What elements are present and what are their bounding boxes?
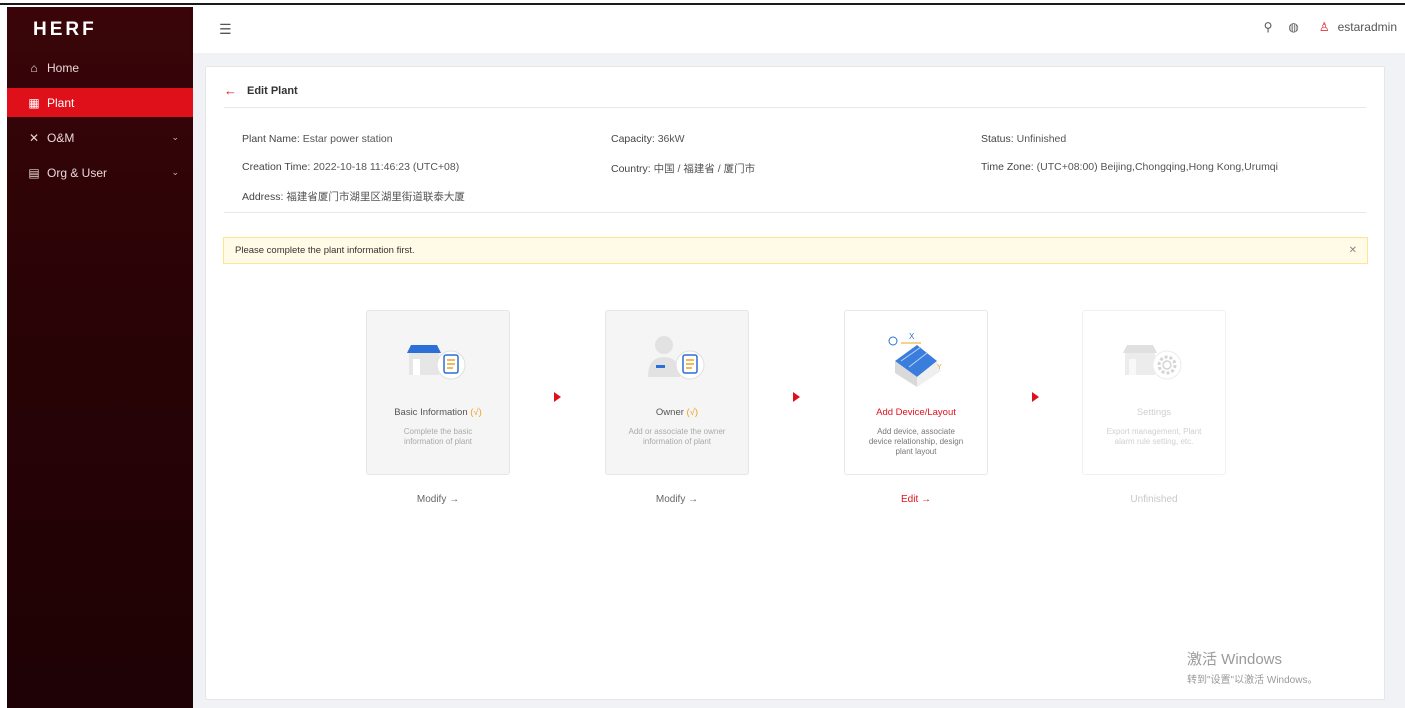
app: HERF ⌂ Home ▦ Plant ✕ O&M ⌄ ▤ Org & User… [7,7,1405,708]
house-solar-panel-icon: X Y [888,332,942,387]
timezone-field: Time Zone: (UTC+08:00) Beijing,Chongqing… [981,161,1278,173]
close-icon[interactable]: ✕ [1349,245,1357,256]
timezone-label: Time Zone: [981,161,1034,173]
sidebar-item-label: Plant [47,95,75,110]
settings-status-text: Unfinished [1130,494,1178,505]
step-basic-information[interactable]: Basic Information (√) Complete the basic… [366,310,510,475]
modify-basic-info-link[interactable]: Modify → [366,494,510,505]
capacity-label: Capacity: [611,133,655,145]
house-document-icon [407,345,466,380]
sidebar-item-plant[interactable]: ▦ Plant [7,88,193,117]
sidebar-item-label: Org & User [47,165,108,180]
step-owner[interactable]: Owner (√) Add or associate the owner inf… [605,310,749,475]
main-content: ← Edit Plant Plant Name: Estar power sta… [193,53,1405,708]
header-actions: ⚲ ◍ ♙ estaradmin [1248,20,1397,34]
plant-name-label: Plant Name: [242,133,300,145]
step-title: Owner (√) [606,407,748,418]
username[interactable]: estaradmin [1338,20,1397,34]
alert-banner: Please complete the plant information fi… [223,237,1368,264]
menu-fold-icon[interactable]: ☰ [219,21,232,38]
step-description: Export management, Plant alarm rule sett… [1106,427,1202,446]
capacity-field: Capacity: 36kW [611,133,685,145]
org-icon: ▤ [28,165,40,180]
step-title: Basic Information (√) [367,407,509,418]
status-field: Status: Unfinished [981,133,1066,145]
back-arrow-icon[interactable]: ← [224,83,237,98]
address-field: Address: 福建省厦门市湖里区湖里街道联泰大厦 [242,189,465,204]
house-gear-icon [1123,345,1182,380]
top-header: ☰ ⚲ ◍ ♙ estaradmin [193,7,1405,53]
chevron-down-icon: ⌄ [171,132,179,142]
logo: HERF [33,19,97,40]
watermark-line1: 激活 Windows [1187,651,1283,668]
sidebar-item-label: O&M [47,130,75,145]
check-mark: (√) [686,407,699,418]
step-description: Add or associate the owner information o… [628,427,726,446]
globe-icon[interactable]: ◍ [1288,20,1298,34]
capacity-value: 36kW [657,133,685,145]
home-icon: ⌂ [30,60,38,75]
step-description: Add device, associate device relationshi… [868,427,964,456]
divider [224,212,1366,213]
plant-name-field: Plant Name: Estar power station [242,133,393,145]
step-title-text: Owner [655,407,684,418]
user-icon[interactable]: ♙ [1319,20,1330,34]
step-arrow-icon [554,392,561,402]
country-field: Country: 中国 / 福建省 / 厦门市 [611,161,755,176]
sidebar: HERF ⌂ Home ▦ Plant ✕ O&M ⌄ ▤ Org & User… [7,7,193,708]
step-title-text: Basic Information [394,407,468,418]
svg-text:Y: Y [937,364,942,371]
step-arrow-icon [793,392,800,402]
address-value: 福建省厦门市湖里区湖里街道联泰大厦 [286,191,465,203]
sidebar-item-org-user[interactable]: ▤ Org & User ⌄ [7,158,193,187]
country-value: 中国 / 福建省 / 厦门市 [653,163,756,175]
step-title-text: Settings [1136,407,1172,418]
check-mark: (√) [470,407,482,418]
chevron-down-icon: ⌄ [171,167,179,177]
owner-document-icon [648,336,705,380]
step-settings: Settings Export management, Plant alarm … [1082,310,1226,475]
tools-icon: ✕ [28,130,40,145]
creation-time-value: 2022-10-18 11:46:23 (UTC+08) [313,161,460,173]
page-title-text: Edit Plant [247,84,298,97]
step-title-text: Add Device/Layout [876,407,956,418]
creation-time-label: Creation Time: [242,161,311,173]
status-value: Unfinished [1016,133,1067,145]
windows-activation-watermark: 激活 Windows 转到"设置"以激活 Windows。 [1187,648,1317,686]
watermark-line2: 转到"设置"以激活 Windows。 [1187,675,1318,686]
timezone-value: (UTC+08:00) Beijing,Chongqing,Hong Kong,… [1036,161,1278,173]
svg-text:X: X [909,332,915,341]
alert-text: Please complete the plant information fi… [235,245,415,256]
country-label: Country: [611,163,651,175]
step-arrow-icon [1032,392,1039,402]
sidebar-item-home[interactable]: ⌂ Home [7,53,193,82]
modify-owner-link[interactable]: Modify → [605,494,749,505]
step-add-device-layout[interactable]: X Y Add Device/Layout Add device, associ… [844,310,988,475]
search-icon[interactable]: ⚲ [1264,20,1273,34]
sidebar-item-om[interactable]: ✕ O&M ⌄ [7,123,193,152]
address-label: Address: [242,191,284,203]
plant-icon: ▦ [28,95,40,110]
step-title: Settings [1083,407,1225,418]
step-title: Add Device/Layout [845,407,987,418]
plant-name-value: Estar power station [302,133,393,145]
edit-plant-card: ← Edit Plant Plant Name: Estar power sta… [205,66,1385,700]
page-title: ← Edit Plant [224,83,298,98]
status-label: Status: [981,133,1014,145]
sidebar-item-label: Home [47,60,80,75]
divider [224,107,1366,108]
step-description: Complete the basic information of plant [403,427,473,446]
creation-time-field: Creation Time: 2022-10-18 11:46:23 (UTC+… [242,161,459,173]
window-top-border [0,0,1405,5]
edit-device-layout-link[interactable]: Edit → [844,494,988,505]
